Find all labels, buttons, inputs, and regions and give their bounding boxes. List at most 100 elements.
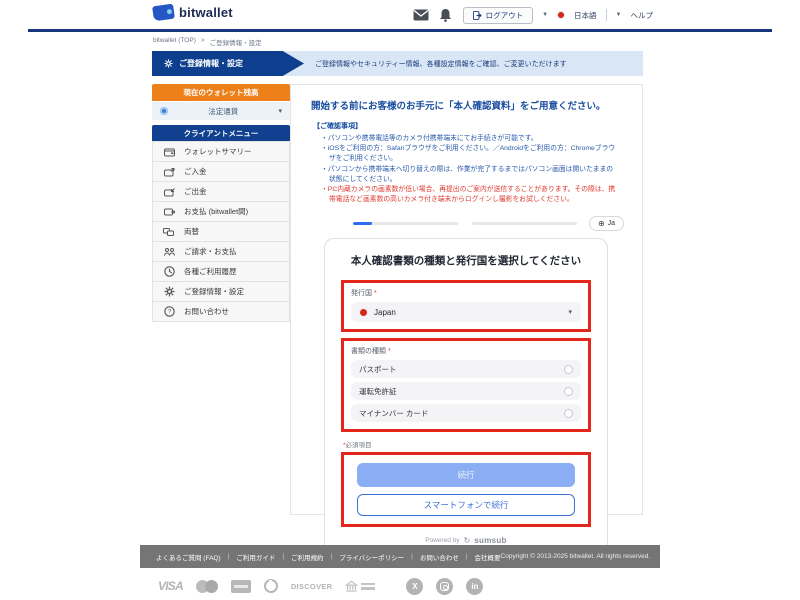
continue-button[interactable]: 続行	[357, 463, 575, 487]
japan-flag-icon	[360, 309, 367, 316]
sidebar-item-label: ご入金	[184, 166, 207, 177]
note-item: パソコンから携帯端末へ切り替えの際は、作業が完了するまではパソコン画面は開いたま…	[321, 165, 618, 185]
sidebar-item-label: 両替	[184, 226, 199, 237]
breadcrumb: bitwallet (TOP) > ご登録情報・設定	[153, 37, 262, 47]
footer-separator: |	[282, 553, 284, 560]
widget-language-button[interactable]: ⊕ Ja	[589, 216, 624, 231]
doc-option-mynumber-card[interactable]: マイナンバー カード	[351, 404, 581, 422]
breadcrumb-current: ご登録情報・設定	[210, 37, 262, 47]
breadcrumb-separator: >	[201, 37, 205, 47]
radio-button[interactable]	[564, 387, 573, 396]
sidebar-item-withdraw[interactable]: ご出金	[152, 181, 290, 202]
chevron-down-icon: ▾	[278, 107, 282, 115]
mastercard-icon	[196, 580, 218, 593]
footer-link-contact[interactable]: お問い合わせ	[420, 552, 459, 562]
doc-type-label: 書類の種類 *	[351, 346, 581, 356]
wallet-summary-icon	[163, 147, 175, 157]
bank-transfer-label-lines	[361, 583, 375, 590]
sidebar-item-exchange[interactable]: 両替	[152, 221, 290, 242]
client-menu-header: クライアントメニュー	[152, 125, 290, 142]
sidebar-item-label: ご登録情報・設定	[184, 286, 244, 297]
copyright: Copyright © 2013-2025 bitwallet. All rig…	[501, 553, 651, 560]
bitwallet-logo-text: bitwallet	[179, 5, 233, 20]
instagram-icon[interactable]	[436, 578, 453, 595]
sidebar: 現在のウォレット残高 法定通貨 ▾ クライアントメニュー ウォレットサマリー ご…	[152, 84, 290, 322]
svg-text:?: ?	[167, 310, 171, 316]
sumsub-logo-icon: ↻	[464, 537, 471, 545]
visa-icon: VISA	[158, 579, 183, 593]
note-item: パソコンや携帯電話等のカメラ付携帯端末にてお手続きが可能です。	[321, 134, 618, 144]
footer-link-terms[interactable]: ご利用規約	[291, 552, 324, 562]
discover-icon: DISCOVER	[291, 582, 333, 591]
footer-link-privacy[interactable]: プライバシーポリシー	[339, 552, 404, 562]
required-note-text: 必須項目	[346, 442, 372, 449]
header-actions: ログアウト ▼ 日本語 ▼ ヘルプ	[413, 4, 653, 26]
header-divider	[606, 9, 607, 21]
amex-icon	[231, 580, 251, 593]
x-social-icon[interactable]: X	[406, 578, 423, 595]
logout-button[interactable]: ログアウト	[463, 7, 534, 24]
sidebar-item-label: ウォレットサマリー	[184, 146, 252, 157]
language-selector[interactable]: 日本語	[574, 10, 597, 21]
currency-selector[interactable]: 法定通貨 ▾	[152, 102, 290, 120]
required-marker: *	[388, 348, 391, 355]
sidebar-item-label: ご請求・お支払	[184, 246, 237, 257]
bitwallet-logo[interactable]: bitwallet	[153, 5, 233, 20]
doc-option-passport[interactable]: パスポート	[351, 360, 581, 378]
bank-transfer-icon	[345, 580, 375, 593]
sidebar-item-history[interactable]: 各種ご利用履歴	[152, 261, 290, 282]
chevron-down-icon[interactable]: ▼	[542, 12, 548, 18]
continue-on-smartphone-button[interactable]: スマートフォンで続行	[357, 494, 575, 516]
sidebar-item-wallet-summary[interactable]: ウォレットサマリー	[152, 141, 290, 162]
required-fields-note: *必須項目	[343, 439, 591, 449]
gear-icon	[163, 286, 175, 297]
doc-option-drivers-license[interactable]: 運転免許証	[351, 382, 581, 400]
footer-link-faq[interactable]: よくあるご質問 (FAQ)	[156, 552, 221, 562]
country-select[interactable]: Japan ▾	[351, 302, 581, 322]
footer-separator: |	[466, 553, 468, 560]
mail-icon[interactable]	[413, 7, 429, 23]
sidebar-item-label: お支払 (bitwallet間)	[184, 206, 248, 217]
linkedin-icon[interactable]: in	[466, 578, 483, 595]
payment-icon	[163, 207, 175, 217]
chevron-down-icon: ▾	[568, 308, 572, 316]
sidebar-item-contact[interactable]: ? お問い合わせ	[152, 301, 290, 322]
sidebar-item-payment[interactable]: お支払 (bitwallet間)	[152, 201, 290, 222]
notes-header: 【ご確認事項】	[313, 121, 622, 131]
logout-icon	[473, 11, 482, 20]
history-icon	[163, 266, 175, 277]
footer-link-guide[interactable]: ご利用ガイド	[236, 552, 275, 562]
sidebar-item-settings[interactable]: ご登録情報・設定	[152, 281, 290, 302]
sidebar-item-label: ご出金	[184, 186, 207, 197]
withdraw-icon	[163, 187, 175, 197]
help-menu[interactable]: ヘルプ	[631, 10, 654, 21]
notes-list: パソコンや携帯電話等のカメラ付携帯端末にてお手続きが可能です。 iOSをご利用の…	[321, 134, 618, 205]
radio-button[interactable]	[564, 409, 573, 418]
footer-link-company[interactable]: 会社概要	[475, 552, 501, 562]
country-select-value: Japan	[374, 308, 561, 317]
sidebar-item-billing[interactable]: ご請求・お支払	[152, 241, 290, 262]
radio-button[interactable]	[564, 365, 573, 374]
header: bitwallet ログアウト ▼ 日本語 ▼ ヘルプ	[0, 0, 800, 30]
breadcrumb-root[interactable]: bitwallet (TOP)	[153, 37, 196, 47]
doc-type-group-highlight: 書類の種類 * パスポート 運転免許証 マイナンバー カード	[341, 338, 591, 432]
japan-flag-icon	[557, 11, 565, 19]
footer-separator: |	[331, 553, 333, 560]
progress-segment-2	[472, 222, 577, 225]
notification-bell-icon[interactable]	[438, 7, 454, 23]
wallet-balance-header: 現在のウォレット残高	[152, 84, 290, 101]
document-select-title: 本人確認書類の種類と発行国を選択してください	[345, 254, 587, 268]
currency-selector-label: 法定通貨	[174, 106, 272, 117]
sidebar-item-deposit[interactable]: ご入金	[152, 161, 290, 182]
banner-title: ご登録情報・設定	[179, 58, 243, 69]
chevron-down-icon[interactable]: ▼	[616, 12, 622, 18]
note-item: iOSをご利用の方：Safariブラウザをご利用ください。／Androidをご利…	[321, 144, 618, 164]
sidebar-item-label: 各種ご利用履歴	[184, 266, 237, 277]
progress-segment-1	[353, 222, 458, 225]
brand-icons-row: VISA DISCOVER X in	[158, 573, 483, 599]
footer-separator: |	[411, 553, 413, 560]
logout-label: ログアウト	[486, 10, 524, 21]
required-marker: *	[374, 290, 377, 297]
country-field-group-highlight: 発行国 * Japan ▾	[341, 280, 591, 332]
page-banner: ご登録情報・設定 ご登録情報やセキュリティー情報、各種設定情報をご確認、ご変更い…	[152, 51, 643, 76]
